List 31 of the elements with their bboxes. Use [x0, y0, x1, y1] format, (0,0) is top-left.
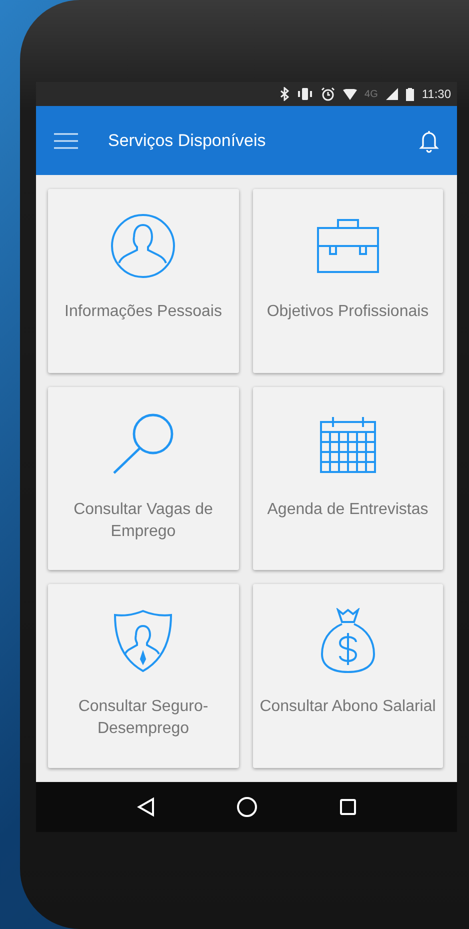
service-label: Objetivos Profissionais — [266, 302, 430, 322]
service-label: Consultar Seguro-Desemprego — [77, 697, 210, 740]
network-type: 4G — [364, 88, 378, 100]
service-card[interactable]: Informações Pessoais — [48, 189, 238, 373]
battery-icon — [406, 88, 414, 100]
person-icon — [110, 213, 176, 279]
home-icon[interactable] — [236, 796, 258, 818]
service-card[interactable]: Consultar Abono Salarial — [252, 584, 443, 768]
money-bag-icon — [320, 608, 376, 674]
bluetooth-icon — [280, 87, 289, 101]
service-label: Agenda de Entrevistas — [266, 500, 430, 520]
app-title: Serviços Disponíveis — [108, 130, 267, 150]
menu-icon[interactable] — [54, 132, 78, 148]
briefcase-icon — [316, 218, 380, 274]
service-card[interactable]: Consultar Vagas de Emprego — [48, 386, 238, 570]
bell-icon[interactable] — [419, 128, 439, 152]
wifi-icon — [342, 88, 357, 100]
service-label: Consultar Abono Salarial — [258, 697, 437, 718]
service-label: Consultar Vagas de Emprego — [72, 500, 214, 542]
alarm-icon — [320, 87, 335, 101]
shield-person-icon — [113, 609, 174, 674]
service-card[interactable]: Objetivos Profissionais — [252, 189, 443, 373]
back-icon[interactable] — [136, 797, 154, 817]
vibrate-icon — [296, 88, 313, 100]
service-card[interactable]: Consultar Seguro-Desemprego — [48, 584, 238, 768]
signal-icon — [386, 88, 398, 100]
clock-time: 11:30 — [422, 87, 451, 101]
service-card[interactable]: Agenda de Entrevistas — [252, 386, 443, 570]
search-icon — [111, 412, 176, 476]
service-label: Informações Pessoais — [64, 302, 223, 322]
recents-icon[interactable] — [338, 798, 356, 816]
